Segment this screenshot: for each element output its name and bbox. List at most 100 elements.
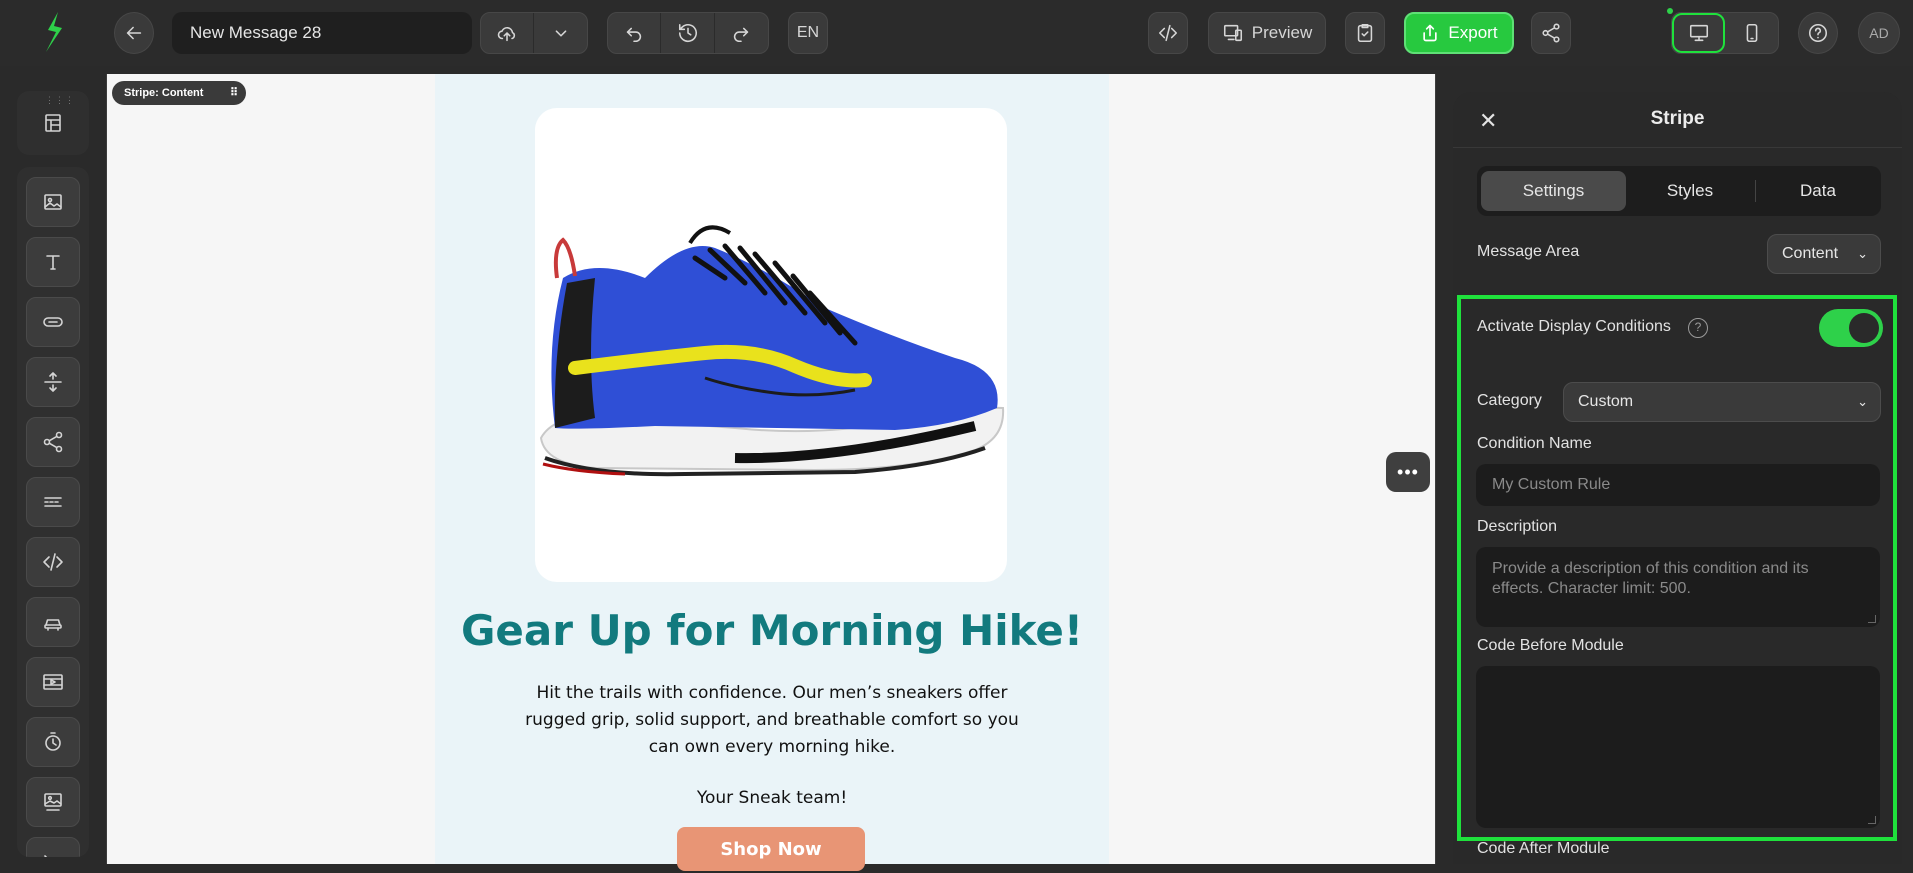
help-button[interactable] [1798, 12, 1838, 54]
category-label: Category [1477, 392, 1542, 409]
history-button[interactable] [661, 13, 715, 53]
panel-header: Stripe ✕ [1453, 92, 1902, 148]
panel-title: Stripe [1650, 108, 1705, 129]
shop-now-button[interactable]: Shop Now [677, 827, 865, 871]
description-placeholder: Provide a description of this condition … [1492, 560, 1809, 597]
message-title-input[interactable]: New Message 28 [172, 12, 472, 54]
condition-name-input[interactable]: My Custom Rule [1476, 464, 1880, 506]
panel-tabs: Settings Styles Data [1477, 166, 1881, 216]
redo-button[interactable] [715, 13, 768, 53]
resize-handle-icon[interactable] [1868, 816, 1876, 824]
code-before-textarea[interactable] [1476, 666, 1880, 828]
avatar[interactable]: AD [1858, 12, 1900, 54]
activate-conditions-toggle[interactable] [1819, 309, 1883, 347]
chevron-down-icon: ⌄ [1857, 394, 1868, 409]
desktop-view-button[interactable] [1672, 13, 1726, 53]
preview-button[interactable]: Preview [1208, 12, 1326, 54]
save-group [480, 12, 588, 54]
share-icon [43, 431, 63, 453]
list-icon [44, 855, 48, 857]
drag-handle-icon[interactable]: ⋮⋮⋮ [45, 96, 74, 105]
checklist-button[interactable] [1345, 12, 1385, 54]
blocks-toolbar [17, 167, 89, 857]
back-button[interactable] [114, 12, 154, 54]
image-block-button[interactable] [26, 177, 80, 227]
code-icon [1158, 24, 1178, 42]
image-icon [44, 793, 62, 811]
chevron-down-icon [555, 30, 566, 37]
image-icon [44, 194, 62, 210]
status-dot [1667, 8, 1673, 14]
code-view-button[interactable] [1148, 12, 1188, 54]
message-area-select[interactable]: Content ⌄ [1767, 234, 1881, 274]
activate-conditions-label: Activate Display Conditions [1477, 318, 1671, 335]
layout-icon [45, 114, 61, 132]
description-textarea[interactable]: Provide a description of this condition … [1476, 547, 1880, 627]
timer-icon [45, 732, 61, 751]
share-button[interactable] [1531, 12, 1571, 54]
message-area-label: Message Area [1477, 243, 1580, 260]
email-signoff[interactable]: Your Sneak team! [435, 788, 1109, 808]
toggle-knob [1849, 313, 1879, 343]
html-block-button[interactable] [26, 537, 80, 587]
export-button[interactable]: Export [1404, 12, 1514, 54]
resize-handle-icon[interactable] [1868, 615, 1876, 623]
layout-panel-button[interactable]: ⋮⋮⋮ [17, 91, 89, 155]
category-select[interactable]: Custom ⌄ [1563, 382, 1881, 422]
spacer-block-button[interactable] [26, 357, 80, 407]
preview-label: Preview [1251, 23, 1313, 42]
cloud-save-button[interactable] [481, 13, 535, 53]
cloud-upload-icon [497, 27, 516, 42]
social-block-button[interactable] [26, 417, 80, 467]
banner-block-button[interactable] [26, 777, 80, 827]
text-icon [46, 255, 60, 270]
menu-block-button[interactable] [26, 597, 80, 647]
export-icon [1423, 24, 1438, 42]
undo-icon [626, 27, 642, 43]
desktop-icon [1689, 24, 1708, 42]
export-label: Export [1448, 23, 1498, 42]
stripe-tag-label: Stripe: Content [124, 87, 204, 99]
product-image[interactable] [535, 108, 1007, 582]
stripe-tag[interactable]: Stripe: Content ⠿ [112, 81, 246, 105]
chevron-down-icon: ⌄ [1857, 246, 1868, 261]
logo-icon[interactable] [40, 10, 70, 54]
tab-styles[interactable]: Styles [1629, 171, 1751, 211]
top-bar: New Message 28 EN Preview Export AD [0, 0, 1913, 66]
device-toggle-group [1671, 12, 1779, 54]
history-icon [678, 23, 697, 42]
more-blocks-button[interactable] [26, 837, 80, 857]
video-block-button[interactable] [26, 657, 80, 707]
undo-button[interactable] [608, 13, 662, 53]
email-headline[interactable]: Gear Up for Morning Hike! [435, 606, 1109, 655]
mobile-icon [1746, 23, 1757, 43]
back-arrow-icon [126, 26, 142, 40]
button-block-button[interactable] [26, 297, 80, 347]
timer-block-button[interactable] [26, 717, 80, 767]
redo-icon [734, 27, 749, 43]
help-icon[interactable]: ? [1688, 318, 1708, 338]
condition-name-label: Condition Name [1477, 435, 1592, 452]
save-options-button[interactable] [534, 13, 587, 53]
language-button[interactable]: EN [788, 12, 828, 54]
tab-data[interactable]: Data [1759, 171, 1877, 211]
help-icon [1808, 23, 1828, 43]
tab-settings[interactable]: Settings [1481, 171, 1626, 211]
ellipsis-icon: ••• [1397, 461, 1419, 482]
description-label: Description [1477, 518, 1558, 535]
category-value: Custom [1578, 393, 1634, 410]
tab-divider [1755, 180, 1756, 202]
divider-block-button[interactable] [26, 477, 80, 527]
text-block-button[interactable] [26, 237, 80, 287]
code-before-label: Code Before Module [1477, 637, 1624, 654]
drag-grid-icon[interactable]: ⠿ [230, 81, 238, 105]
close-icon[interactable]: ✕ [1479, 108, 1497, 134]
email-body-text[interactable]: Hit the trails with confidence. Our men’… [520, 680, 1024, 761]
sneaker-image [539, 225, 1005, 477]
mobile-view-button[interactable] [1725, 13, 1778, 53]
code-icon [43, 553, 63, 571]
more-options-button[interactable]: ••• [1386, 452, 1430, 492]
video-icon [43, 674, 63, 690]
spacer-icon [44, 372, 62, 392]
button-icon [43, 317, 63, 327]
